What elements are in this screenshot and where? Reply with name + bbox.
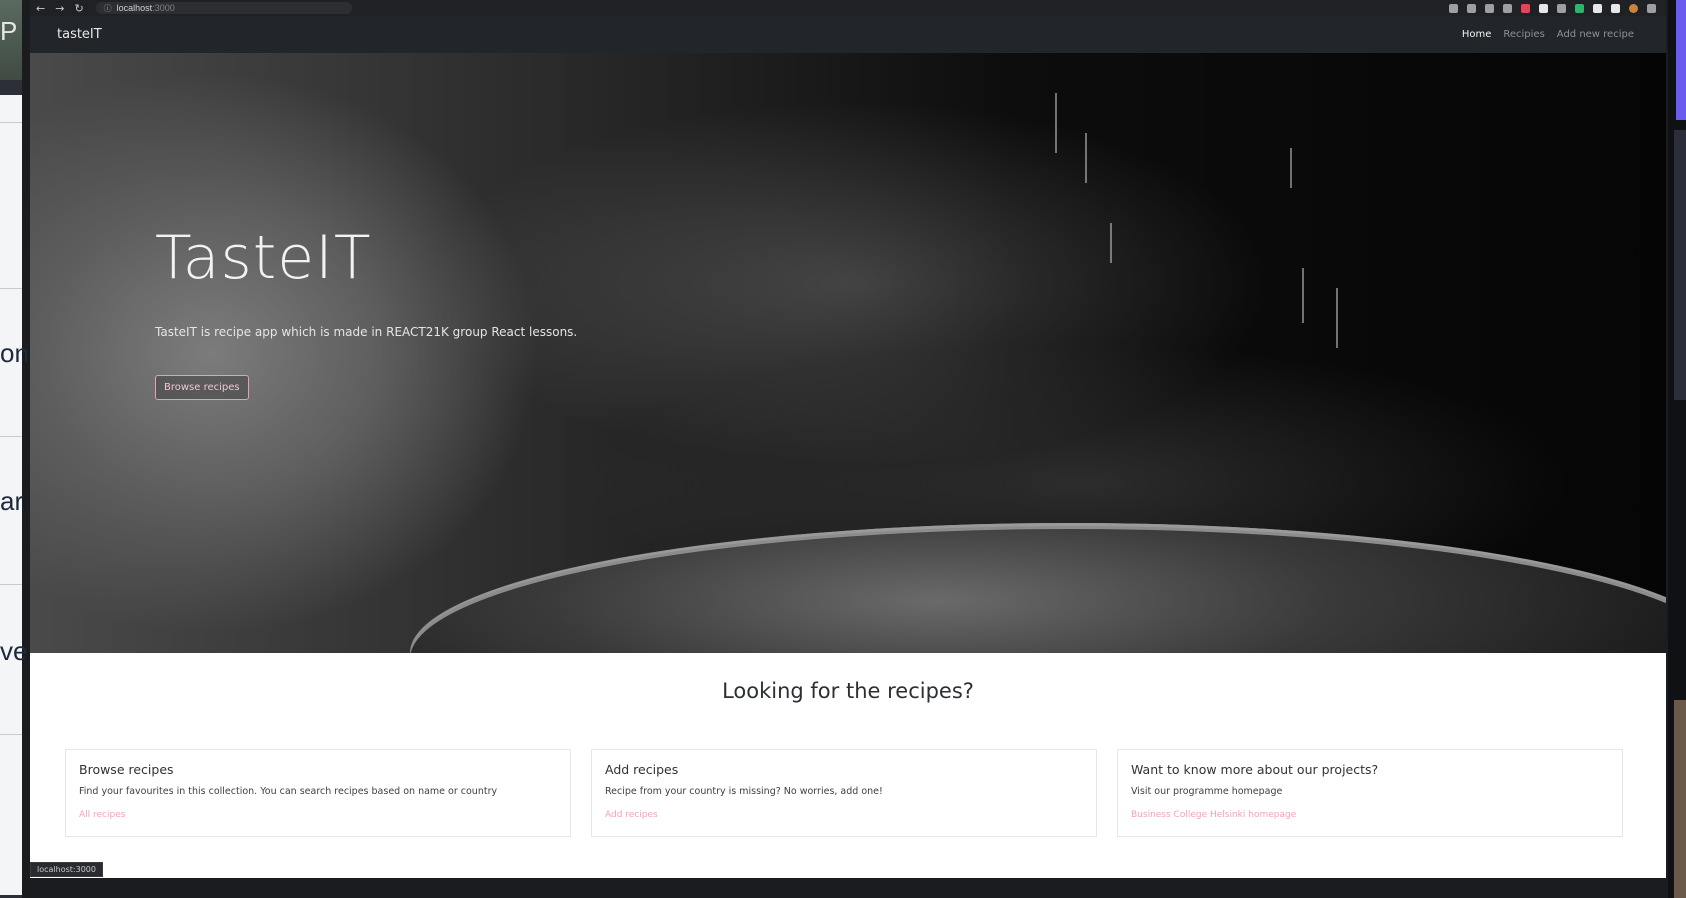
background-text-fragment: ve [0,636,28,666]
divider [0,122,22,123]
card-title: Add recipes [605,762,679,777]
programme-homepage-link[interactable]: Business College Helsinki homepage [1131,810,1609,820]
extension-icon[interactable] [1557,3,1566,13]
background-text-fragment: ar [0,486,24,516]
card-title: Browse recipes [79,762,174,777]
background-text-fragment: P [0,16,18,46]
add-recipes-link[interactable]: Add recipes [605,810,1083,820]
url-host: localhost [116,3,153,13]
browser-toolbar: ← → ↻ ⓘ localhost:3000 [30,0,1666,16]
forward-icon[interactable]: → [55,2,64,15]
hero-content: TasteIT TasteIT is recipe app which is m… [155,223,577,400]
extension-icon[interactable] [1485,3,1494,13]
reload-icon[interactable]: ↻ [74,2,83,15]
background-image-fragment [1674,700,1686,898]
background-text-fragment: on [0,338,29,368]
browser-window: ← → ↻ ⓘ localhost:3000 tasteIT Home Reci… [30,0,1666,878]
pan-rim [410,523,1666,653]
extension-icon[interactable] [1503,3,1512,13]
hero-banner: TasteIT TasteIT is recipe app which is m… [30,53,1666,653]
extensions-area [1449,3,1656,13]
divider [0,584,22,585]
water-drop [1110,223,1112,263]
card-title: Want to know more about our projects? [1131,762,1379,777]
kebab-menu-icon[interactable] [1647,3,1656,13]
divider [0,436,22,437]
extension-icon[interactable] [1575,3,1584,13]
nav-link-home[interactable]: Home [1462,29,1492,40]
extension-icon[interactable] [1521,3,1530,13]
card-text: Find your favourites in this collection.… [79,786,498,797]
card-row: Browse recipes Find your favourites in t… [65,749,1623,837]
status-bar-url: localhost:3000 [30,862,103,877]
water-drop [1290,148,1292,188]
address-bar[interactable]: ⓘ localhost:3000 [95,2,352,14]
avatar[interactable] [1629,3,1638,13]
sidebar-icon[interactable] [1611,3,1620,13]
nav-link-recipies[interactable]: Recipies [1503,29,1544,40]
card-projects: Want to know more about our projects? Vi… [1117,749,1623,837]
nav-link-add-new-recipe[interactable]: Add new recipe [1557,29,1634,40]
brand-link[interactable]: tasteIT [57,27,102,42]
background-panel [1674,130,1686,400]
background-window-left: P on ar ve [0,0,29,898]
browser-nav-buttons: ← → ↻ [36,2,84,15]
water-drop [1085,133,1087,183]
card-text: Recipe from your country is missing? No … [605,786,883,797]
background-accent [1676,0,1686,120]
extension-icon[interactable] [1539,3,1548,13]
card-add-recipes: Add recipes Recipe from your country is … [591,749,1097,837]
all-recipes-link[interactable]: All recipes [79,810,557,820]
info-icon[interactable]: ⓘ [104,3,112,14]
star-icon[interactable] [1467,3,1476,13]
card-text: Visit our programme homepage [1131,786,1283,797]
url-port: :3000 [152,3,175,13]
divider [0,734,22,735]
water-drop [1336,288,1338,348]
site-navbar: tasteIT Home Recipies Add new recipe [30,16,1666,53]
puzzle-icon[interactable] [1593,3,1602,13]
section-title: Looking for the recipes? [722,679,974,703]
divider [0,288,22,289]
address-text: localhost:3000 [117,3,175,13]
card-browse-recipes: Browse recipes Find your favourites in t… [65,749,571,837]
browse-recipes-button[interactable]: Browse recipes [155,375,249,400]
hero-title: TasteIT [155,223,372,293]
share-icon[interactable] [1449,3,1458,13]
background-window-right [1668,0,1686,898]
hero-subtitle: TasteIT is recipe app which is made in R… [155,325,578,339]
water-drop [1055,93,1057,153]
info-section: Looking for the recipes? Browse recipes … [30,653,1666,878]
water-drop [1302,268,1304,323]
back-icon[interactable]: ← [36,2,45,15]
nav-menu: Home Recipies Add new recipe [1462,29,1634,40]
